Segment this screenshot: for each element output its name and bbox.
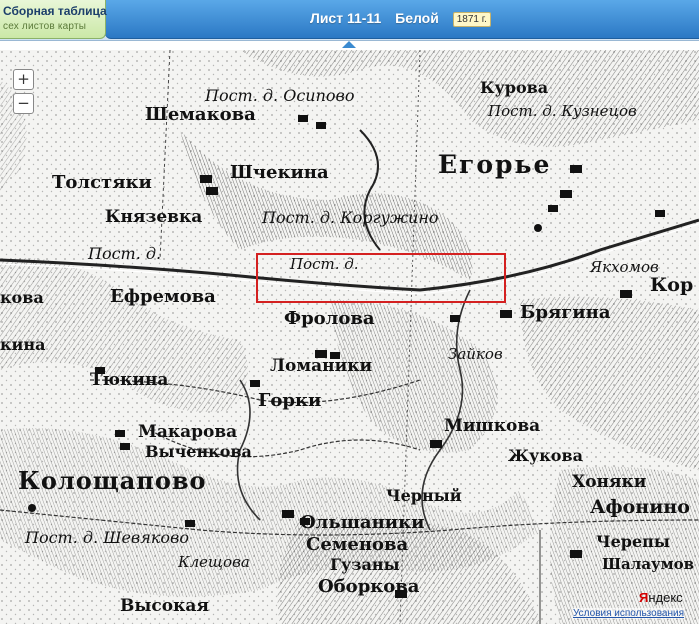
map-label-frolova: Фролова: [284, 308, 375, 329]
yandex-logo-mark: Я: [639, 590, 649, 605]
top-bar: Сборная таблица сех листов карты Лист 11…: [0, 0, 699, 41]
map-name: Белой: [395, 10, 439, 26]
map-label-olshaniki: Ольшаники: [300, 512, 425, 533]
map-label-cherny: Черный: [386, 486, 462, 505]
map-label-vychenkova: Выченкова: [145, 442, 252, 461]
map-label-knyazevka: Князевка: [105, 207, 203, 227]
map-label-zaikov: Зайков: [448, 345, 503, 363]
map-label-shalaumova: Шалаумов: [602, 555, 695, 573]
map-label-kor: Кор: [650, 274, 694, 296]
map-label-tolstyaki: Толстяки: [52, 172, 152, 193]
map-label-efremova: Ефремова: [110, 286, 216, 307]
yandex-logo-text: ндекс: [648, 590, 683, 605]
map-label-osipovo: Пост. д. Осипово: [205, 86, 355, 105]
map-label-shevyakovo: Пост. д. Шевяково: [25, 528, 189, 547]
map-label-kurova: Курова: [480, 78, 549, 97]
year-badge: 1871 г.: [452, 12, 491, 27]
map-label-yakhomov: Якхомов: [590, 258, 659, 276]
map-label-semenova: Семенова: [306, 534, 409, 555]
selected-area-highlight: [256, 253, 506, 303]
terms-of-use-link[interactable]: Условия использования: [573, 608, 684, 619]
sheet-title: Лист 11-11 Белой 1871 г.: [310, 10, 501, 27]
map-label-egore: Егорье: [438, 150, 552, 179]
map-label-okorkova: Оборкова: [318, 576, 420, 597]
map-label-shemakova: Шемакова: [145, 104, 256, 125]
map-label-khonyaki: Хоняки: [572, 472, 647, 492]
map-label-zhukova: Жукова: [508, 446, 583, 465]
map-view[interactable]: Пост. д. Осипово Курова Пост. д. Кузнецо…: [0, 50, 699, 624]
map-label-afonino: Афонино: [590, 496, 690, 518]
yandex-logo: Яндекс: [639, 590, 683, 605]
map-label-korguzhino: Пост. д. Коргужино: [262, 208, 439, 227]
assembly-table-button[interactable]: Сборная таблица сех листов карты: [0, 0, 107, 39]
map-label-vysokaya: Высокая: [120, 596, 209, 616]
sheet-pointer-icon: [342, 41, 356, 48]
zoom-in-button[interactable]: +: [13, 69, 34, 90]
map-label-lomaniki: Ломаники: [270, 356, 373, 376]
map-label-shchekina: Шчекина: [230, 162, 329, 183]
map-label-post-d: Пост. д.: [88, 244, 162, 263]
assembly-subtitle: сех листов карты: [3, 21, 87, 32]
map-label-mishkova: Мишкова: [444, 416, 541, 436]
zoom-out-button[interactable]: −: [13, 93, 34, 114]
assembly-title: Сборная таблица: [3, 4, 107, 18]
map-label-kova: кова: [0, 288, 44, 307]
map-label-bryagina: Брягина: [520, 302, 611, 323]
map-label-tyukina: Тюкина: [90, 370, 169, 390]
map-label-makarova: Макарова: [138, 422, 238, 442]
map-label-kuznetsov: Пост. д. Кузнецов: [488, 102, 637, 120]
map-label-klestsova: Клещова: [178, 553, 250, 571]
map-label-kina: кина: [0, 335, 46, 354]
map-label-cherepy: Черепы: [596, 532, 670, 551]
map-label-koloshchapovo: Колощапово: [18, 466, 207, 495]
map-label-gorki: Горки: [258, 390, 322, 411]
sheet-number: Лист 11-11: [310, 10, 382, 26]
map-label-guzany: Гузаны: [330, 555, 400, 574]
zoom-control: + −: [13, 69, 34, 117]
